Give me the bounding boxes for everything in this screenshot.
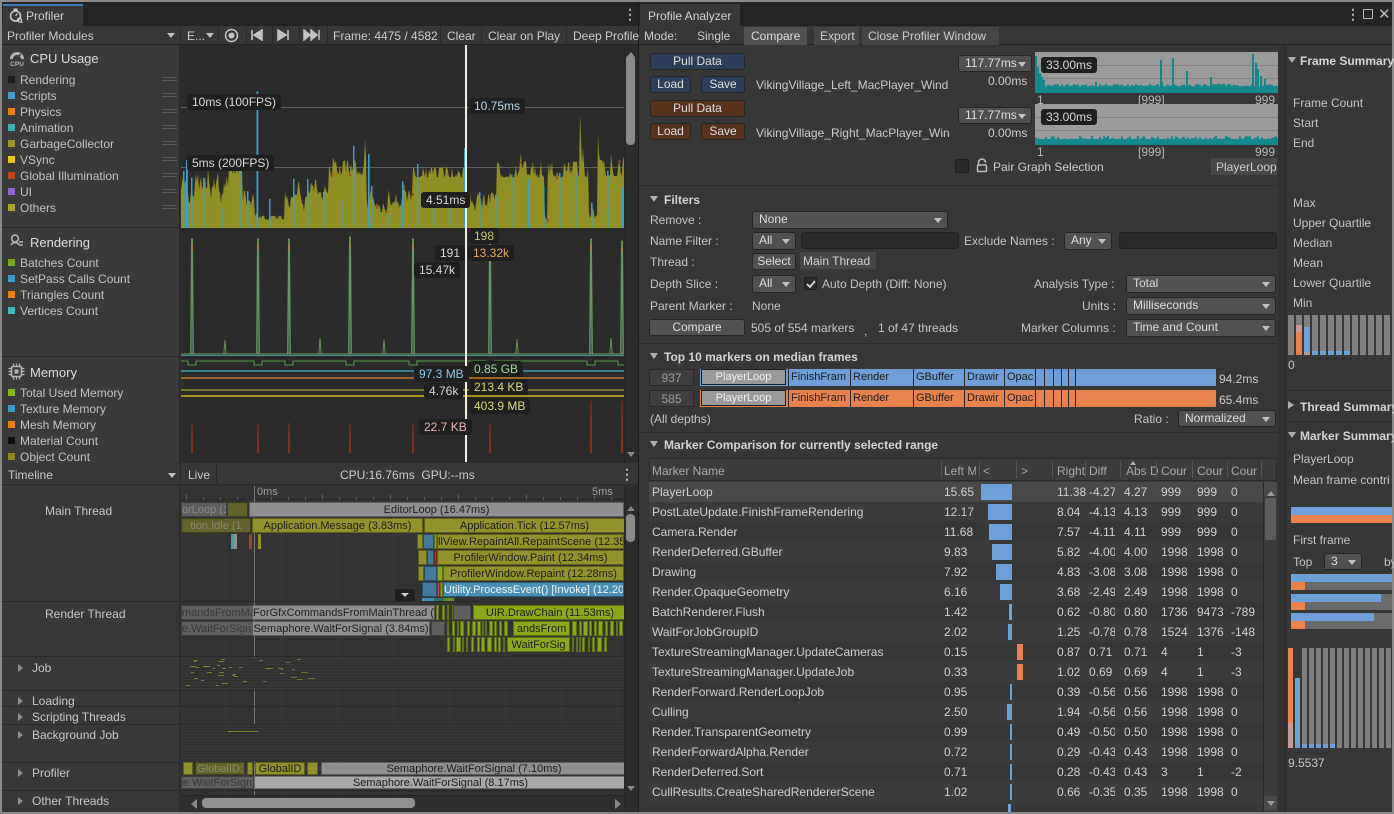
svg-text:CPU: CPU: [10, 61, 24, 68]
